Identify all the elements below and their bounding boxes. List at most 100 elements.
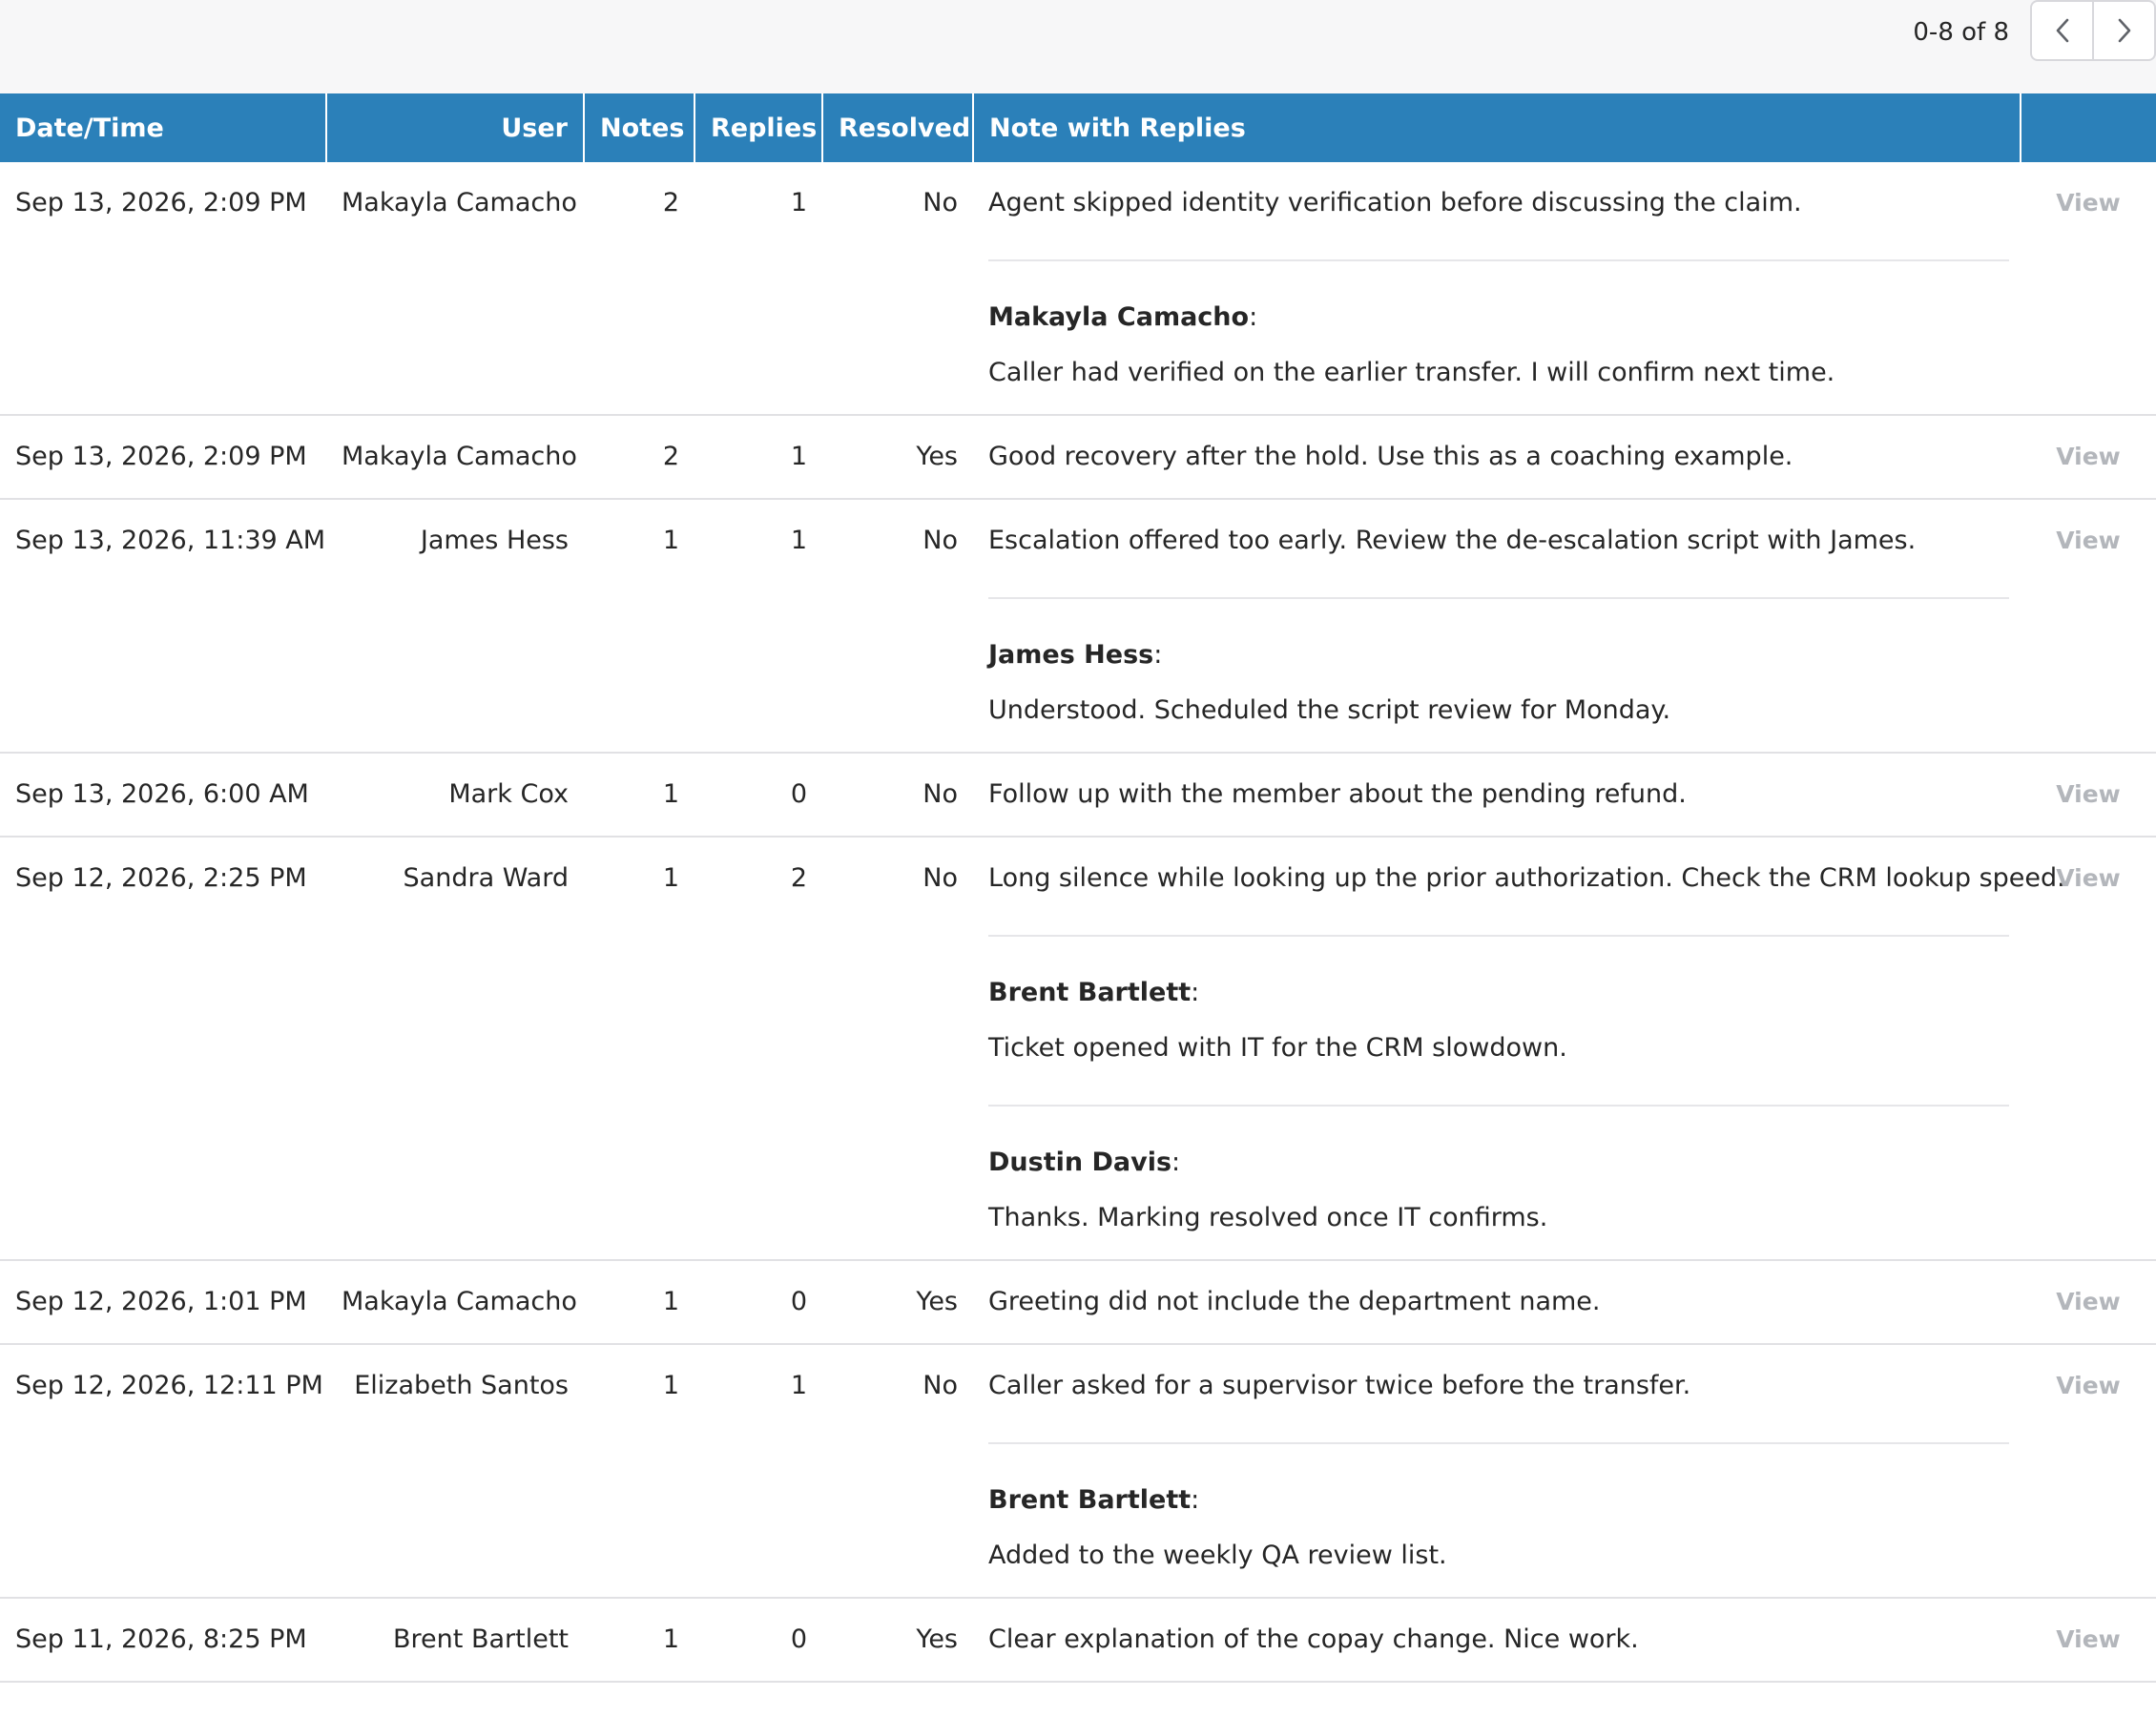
- view-link[interactable]: View: [2056, 527, 2121, 554]
- column-header-note-with-replies[interactable]: Note with Replies: [973, 93, 2021, 162]
- reply-text: Understood. Scheduled the script review …: [988, 695, 1671, 725]
- column-header-resolved[interactable]: Resolved: [822, 93, 974, 162]
- cell-user: Makayla Camacho: [326, 1260, 584, 1345]
- cell-note-with-replies: Follow up with the member about the pend…: [973, 753, 2021, 838]
- cell-resolved: No: [822, 162, 973, 416]
- reply-text: Thanks. Marking resolved once IT confirm…: [988, 1203, 1548, 1232]
- reply-text: Caller had verified on the earlier trans…: [988, 358, 1835, 387]
- note-text: Long silence while looking up the prior …: [988, 863, 2065, 893]
- cell-user: Makayla Camacho: [326, 162, 584, 416]
- cell-replies-count: 1: [694, 1344, 822, 1599]
- reply-author-colon: :: [1171, 1148, 1181, 1177]
- reply-author: Dustin Davis: [988, 1148, 1172, 1177]
- cell-datetime: Sep 12, 2026, 2:25 PM: [0, 837, 326, 1261]
- chevron-left-icon: [2053, 16, 2072, 45]
- reply-author-line: Makayla Camacho:: [988, 301, 2009, 334]
- cell-replies-count: 1: [694, 162, 822, 416]
- note-text: Clear explanation of the copay change. N…: [988, 1624, 1639, 1654]
- cell-replies-count: 1: [694, 415, 822, 500]
- cell-user: Sandra Ward: [326, 837, 584, 1261]
- column-header-replies[interactable]: Replies: [694, 93, 823, 162]
- table-body: Sep 13, 2026, 2:09 PM Makayla Camacho 2 1 No…: [0, 162, 2156, 1683]
- cell-action: View: [2021, 1344, 2156, 1599]
- view-link[interactable]: View: [2056, 864, 2121, 892]
- table-header-row: Date/Time User Notes Replies Resolved No…: [0, 93, 2156, 162]
- cell-user: Brent Bartlett: [326, 1598, 584, 1683]
- cell-note-with-replies: Clear explanation of the copay change. N…: [973, 1598, 2021, 1683]
- column-header-action: [2021, 93, 2156, 162]
- column-header-user[interactable]: User: [326, 93, 585, 162]
- view-link[interactable]: View: [2056, 443, 2121, 470]
- note-text: Follow up with the member about the pend…: [988, 779, 1687, 809]
- cell-resolved: Yes: [822, 1260, 973, 1345]
- table-row: Sep 12, 2026, 1:01 PM Makayla Camacho 1 0 Ye…: [0, 1260, 2156, 1345]
- reply-author-colon: :: [1249, 302, 1258, 332]
- table-row: Sep 12, 2026, 12:11 PM Elizabeth Santos 1 1…: [0, 1344, 2156, 1599]
- reply-author: James Hess: [988, 640, 1154, 670]
- reply-author-line: Dustin Davis:: [988, 1147, 2009, 1179]
- cell-action: View: [2021, 837, 2156, 1261]
- column-header-notes[interactable]: Notes: [584, 93, 695, 162]
- reply: Dustin Davis: Thanks. Marking resolved on…: [988, 1105, 2009, 1234]
- cell-note-with-replies: Greeting did not include the department …: [973, 1260, 2021, 1345]
- cell-note-with-replies: Escalation offered too early. Review the…: [973, 499, 2021, 754]
- table-row: Sep 13, 2026, 2:09 PM Makayla Camacho 2 1 Ye…: [0, 415, 2156, 500]
- view-link[interactable]: View: [2056, 1625, 2121, 1653]
- cell-replies-count: 0: [694, 753, 822, 838]
- note-text: Agent skipped identity verification befo…: [988, 188, 1802, 217]
- cell-resolved: Yes: [822, 415, 973, 500]
- pager-prev-button[interactable]: [2032, 2, 2092, 59]
- note-text: Caller asked for a supervisor twice befo…: [988, 1371, 1691, 1400]
- reply: James Hess: Understood. Scheduled the scr…: [988, 597, 2009, 727]
- cell-resolved: No: [822, 753, 973, 838]
- cell-user: Mark Cox: [326, 753, 584, 838]
- view-link[interactable]: View: [2056, 780, 2121, 808]
- cell-replies-count: 0: [694, 1598, 822, 1683]
- cell-user: James Hess: [326, 499, 584, 754]
- cell-notes-count: 1: [584, 1598, 694, 1683]
- cell-action: View: [2021, 1260, 2156, 1345]
- reply: Brent Bartlett: Ticket opened with IT for…: [988, 935, 2009, 1065]
- cell-notes-count: 1: [584, 1260, 694, 1345]
- reply-author: Brent Bartlett: [988, 978, 1192, 1007]
- table-row: Sep 13, 2026, 6:00 AM Mark Cox 1 0 No Follow …: [0, 753, 2156, 838]
- reply: Brent Bartlett: Added to the weekly QA re…: [988, 1442, 2009, 1572]
- cell-resolved: Yes: [822, 1598, 973, 1683]
- view-link[interactable]: View: [2056, 1288, 2121, 1315]
- notes-page: 0-8 of 8 Date/Time User Notes Replies Re…: [0, 0, 2156, 1717]
- cell-action: View: [2021, 1598, 2156, 1683]
- cell-datetime: Sep 13, 2026, 11:39 AM: [0, 499, 326, 754]
- reply-author: Brent Bartlett: [988, 1485, 1192, 1515]
- cell-datetime: Sep 12, 2026, 12:11 PM: [0, 1344, 326, 1599]
- cell-datetime: Sep 12, 2026, 1:01 PM: [0, 1260, 326, 1345]
- table-row: Sep 13, 2026, 2:09 PM Makayla Camacho 2 1 No…: [0, 162, 2156, 416]
- cell-note-with-replies: Agent skipped identity verification befo…: [973, 162, 2021, 416]
- reply-author-line: Brent Bartlett:: [988, 1484, 2009, 1517]
- column-header-datetime[interactable]: Date/Time: [0, 93, 327, 162]
- view-link[interactable]: View: [2056, 189, 2121, 217]
- cell-replies-count: 2: [694, 837, 822, 1261]
- cell-user: Makayla Camacho: [326, 415, 584, 500]
- reply: Makayla Camacho: Caller had verified on t…: [988, 259, 2009, 389]
- cell-replies-count: 0: [694, 1260, 822, 1345]
- chevron-right-icon: [2115, 16, 2134, 45]
- reply-author-colon: :: [1191, 978, 1200, 1007]
- view-link[interactable]: View: [2056, 1372, 2121, 1399]
- pager-next-button[interactable]: [2092, 2, 2154, 59]
- cell-notes-count: 2: [584, 162, 694, 416]
- cell-notes-count: 1: [584, 1344, 694, 1599]
- toolbar: 0-8 of 8: [0, 0, 2156, 93]
- reply-author-colon: :: [1191, 1485, 1200, 1515]
- pager-controls: [2030, 0, 2156, 61]
- cell-action: View: [2021, 162, 2156, 416]
- cell-action: View: [2021, 499, 2156, 754]
- cell-note-with-replies: Caller asked for a supervisor twice befo…: [973, 1344, 2021, 1599]
- reply-author-line: Brent Bartlett:: [988, 977, 2009, 1009]
- cell-notes-count: 1: [584, 499, 694, 754]
- cell-datetime: Sep 13, 2026, 2:09 PM: [0, 162, 326, 416]
- pager-range-text: 0-8 of 8: [1913, 18, 2009, 47]
- table-row: Sep 11, 2026, 8:25 PM Brent Bartlett 1 0 Yes…: [0, 1598, 2156, 1683]
- reply-text: Added to the weekly QA review list.: [988, 1541, 1447, 1570]
- cell-datetime: Sep 13, 2026, 6:00 AM: [0, 753, 326, 838]
- cell-user: Elizabeth Santos: [326, 1344, 584, 1599]
